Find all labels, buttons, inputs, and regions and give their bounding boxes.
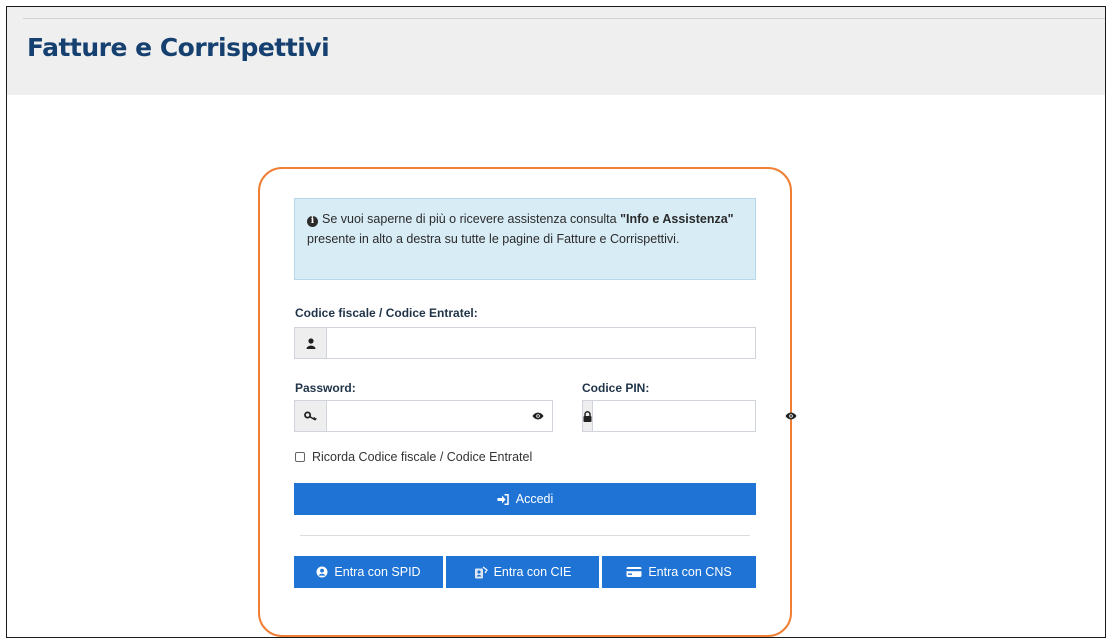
info-assistenza-link[interactable]: "Info e Assistenza" (620, 212, 734, 226)
login-button[interactable]: Accedi (294, 483, 756, 515)
key-icon (295, 401, 327, 431)
page-header: Fatture e Corrispettivi (7, 7, 1105, 95)
cie-button[interactable]: Entra con CIE (446, 556, 599, 588)
pin-label: Codice PIN: (582, 381, 650, 395)
cns-button-label: Entra con CNS (648, 565, 732, 579)
user-circle-icon (316, 566, 328, 578)
password-label: Password: (295, 381, 356, 395)
lock-icon (583, 401, 593, 431)
remember-row[interactable]: Ricorda Codice fiscale / Codice Entratel (295, 450, 532, 464)
credit-card-icon (626, 567, 642, 577)
password-group (294, 400, 553, 432)
pin-group (582, 400, 797, 432)
pin-input[interactable] (593, 401, 785, 431)
id-card-icon (474, 566, 488, 578)
spid-button-label: Entra con SPID (334, 565, 421, 579)
password-input[interactable] (327, 401, 524, 431)
login-button-label: Accedi (515, 492, 554, 506)
codice-fiscale-input[interactable] (327, 328, 755, 358)
cns-button[interactable]: Entra con CNS (602, 556, 756, 588)
cie-button-label: Entra con CIE (493, 565, 572, 579)
remember-label: Ricorda Codice fiscale / Codice Entratel (312, 450, 533, 464)
pin-eye-icon[interactable] (785, 401, 797, 431)
spid-button[interactable]: Entra con SPID (294, 556, 443, 588)
password-eye-icon[interactable] (524, 401, 552, 431)
divider (300, 535, 750, 536)
remember-checkbox[interactable] (295, 452, 305, 462)
codice-fiscale-group (294, 327, 756, 359)
sign-in-icon (497, 493, 509, 505)
info-alert: i Se vuoi saperne di più o ricevere assis… (294, 198, 756, 280)
info-circle-icon: i (307, 216, 318, 227)
codice-fiscale-label: Codice fiscale / Codice Entratel: (295, 306, 478, 320)
info-text-after: presente in alto a destra su tutte le pa… (307, 232, 680, 246)
page-title: Fatture e Corrispettivi (27, 33, 330, 62)
header-divider (23, 18, 1105, 19)
user-icon (295, 328, 327, 358)
info-text-before: Se vuoi saperne di più o ricevere assist… (322, 212, 621, 226)
